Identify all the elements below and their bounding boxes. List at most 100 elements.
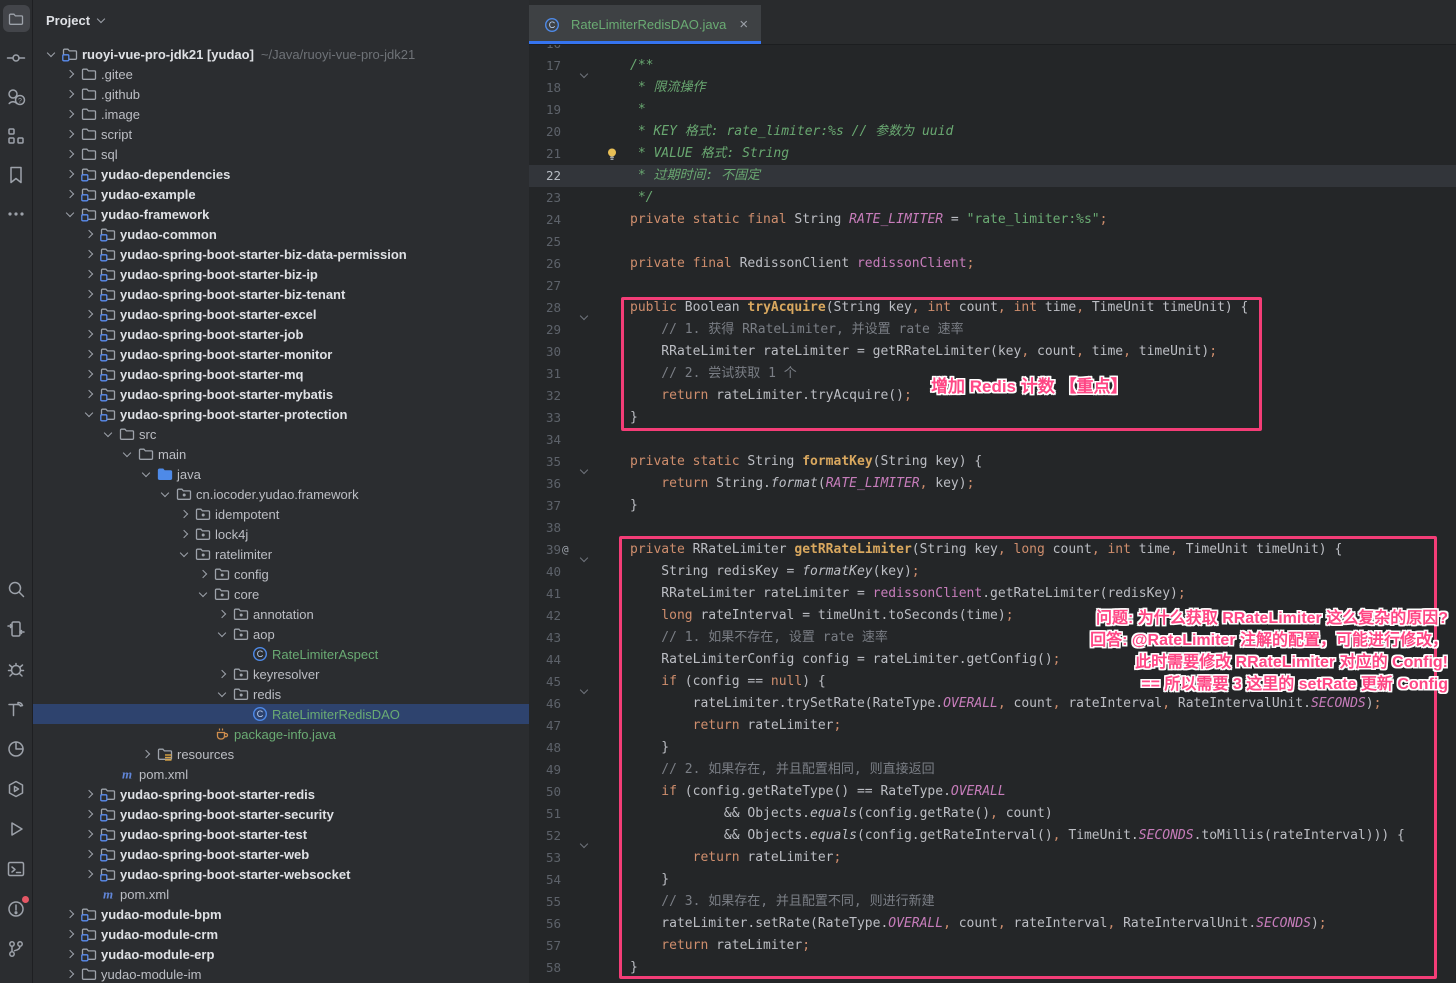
code-line-54[interactable]: 54 }	[529, 869, 1456, 891]
tree-item-core[interactable]: core	[33, 584, 529, 604]
chevron-down-icon[interactable]	[214, 686, 230, 702]
code-line-36[interactable]: 36 return String.format(RATE_LIMITER, ke…	[529, 473, 1456, 495]
code-line-52[interactable]: 52 && Objects.equals(config.getRateInter…	[529, 825, 1456, 847]
project-icon[interactable]	[3, 5, 30, 32]
chevron-right-icon[interactable]	[62, 66, 78, 82]
code-line-41[interactable]: 41 RRateLimiter rateLimiter = redissonCl…	[529, 583, 1456, 605]
code-line-47[interactable]: 47 return rateLimiter;	[529, 715, 1456, 737]
tree-item-yudao-spring-boot-starter-biz-tenant[interactable]: yudao-spring-boot-starter-biz-tenant	[33, 284, 529, 304]
chevron-right-icon[interactable]	[176, 526, 192, 542]
code-line-17[interactable]: 17/**	[529, 55, 1456, 77]
chevron-down-icon[interactable]	[195, 586, 211, 602]
tree-item-yudao-spring-boot-starter-web[interactable]: yudao-spring-boot-starter-web	[33, 844, 529, 864]
code-line-44[interactable]: 44 RateLimiterConfig config = rateLimite…	[529, 649, 1456, 671]
chevron-right-icon[interactable]	[81, 306, 97, 322]
chevron-down-icon[interactable]	[138, 466, 154, 482]
tree-item-idempotent[interactable]: idempotent	[33, 504, 529, 524]
chevron-right-icon[interactable]	[62, 146, 78, 162]
code-line-34[interactable]: 34	[529, 429, 1456, 451]
project-panel-header[interactable]: Project	[33, 0, 529, 40]
tree-item-ratelimiteraspect[interactable]: CRateLimiterAspect	[33, 644, 529, 664]
code-line-29[interactable]: 29 // 1. 获得 RRateLimiter, 并设置 rate 速率	[529, 319, 1456, 341]
code-line-30[interactable]: 30 RRateLimiter rateLimiter = getRRateLi…	[529, 341, 1456, 363]
tree-item-src[interactable]: src	[33, 424, 529, 444]
code-line-58[interactable]: 58}	[529, 957, 1456, 979]
code-line-20[interactable]: 20 * KEY 格式: rate_limiter:%s // 参数为 uuid	[529, 121, 1456, 143]
code-line-38[interactable]: 38	[529, 517, 1456, 539]
chevron-down-icon[interactable]	[157, 486, 173, 502]
code-line-39[interactable]: 39@private RRateLimiter getRRateLimiter(…	[529, 539, 1456, 561]
chevron-right-icon[interactable]	[62, 166, 78, 182]
tree-item-yudao-module-erp[interactable]: yudao-module-erp	[33, 944, 529, 964]
chevron-right-icon[interactable]	[81, 226, 97, 242]
tree-item-yudao-spring-boot-starter-mq[interactable]: yudao-spring-boot-starter-mq	[33, 364, 529, 384]
code-line-53[interactable]: 53 return rateLimiter;	[529, 847, 1456, 869]
tree-item-java[interactable]: java	[33, 464, 529, 484]
chevron-right-icon[interactable]	[195, 566, 211, 582]
code-line-45[interactable]: 45 if (config == null) {	[529, 671, 1456, 693]
code-line-33[interactable]: 33}	[529, 407, 1456, 429]
chevron-right-icon[interactable]	[62, 906, 78, 922]
chevron-right-icon[interactable]	[214, 666, 230, 682]
code-line-27[interactable]: 27	[529, 275, 1456, 297]
terminal-icon[interactable]	[3, 855, 30, 882]
tree-item-pom-xml[interactable]: mpom.xml	[33, 764, 529, 784]
services-icon[interactable]	[3, 775, 30, 802]
tree-item-yudao-spring-boot-starter-job[interactable]: yudao-spring-boot-starter-job	[33, 324, 529, 344]
chevron-down-icon[interactable]	[214, 626, 230, 642]
chevron-right-icon[interactable]	[81, 246, 97, 262]
tree-item-ruoyi-vue-pro-jdk21-yudao[interactable]: ruoyi-vue-pro-jdk21 [yudao]~/Java/ruoyi-…	[33, 44, 529, 64]
run-icon[interactable]	[3, 815, 30, 842]
chevron-right-icon[interactable]	[214, 606, 230, 622]
code-line-46[interactable]: 46 rateLimiter.trySetRate(RateType.OVERA…	[529, 693, 1456, 715]
tree-item-main[interactable]: main	[33, 444, 529, 464]
code-line-32[interactable]: 32 return rateLimiter.tryAcquire();	[529, 385, 1456, 407]
tree-item-ratelimiterredisdao[interactable]: CRateLimiterRedisDAO	[33, 704, 529, 724]
code-line-25[interactable]: 25	[529, 231, 1456, 253]
chevron-right-icon[interactable]	[81, 366, 97, 382]
tree-item-sql[interactable]: sql	[33, 144, 529, 164]
chevron-down-icon[interactable]	[81, 406, 97, 422]
problems-icon[interactable]	[3, 895, 30, 922]
editor-panel[interactable]: 1617/**18 * 限流操作19 *20 * KEY 格式: rate_li…	[529, 0, 1456, 983]
code-line-24[interactable]: 24private static final String RATE_LIMIT…	[529, 209, 1456, 231]
chevron-right-icon[interactable]	[81, 846, 97, 862]
chevron-right-icon[interactable]	[81, 806, 97, 822]
debug-icon[interactable]	[3, 655, 30, 682]
code-line-31[interactable]: 31 // 2. 尝试获取 1 个	[529, 363, 1456, 385]
chevron-right-icon[interactable]	[81, 346, 97, 362]
code-line-42[interactable]: 42 long rateInterval = timeUnit.toSecond…	[529, 605, 1456, 627]
tree-item-yudao-spring-boot-starter-redis[interactable]: yudao-spring-boot-starter-redis	[33, 784, 529, 804]
code-line-55[interactable]: 55 // 3. 如果存在, 并且配置不同, 则进行新建	[529, 891, 1456, 913]
tree-item-yudao-spring-boot-starter-monitor[interactable]: yudao-spring-boot-starter-monitor	[33, 344, 529, 364]
tree-item-image[interactable]: .image	[33, 104, 529, 124]
code-line-19[interactable]: 19 *	[529, 99, 1456, 121]
code-line-22[interactable]: 22 * 过期时间: 不固定	[529, 165, 1456, 187]
chevron-right-icon[interactable]	[81, 326, 97, 342]
tree-item-cn-iocoder-yudao-framework[interactable]: cn.iocoder.yudao.framework	[33, 484, 529, 504]
tree-item-yudao-common[interactable]: yudao-common	[33, 224, 529, 244]
tree-item-redis[interactable]: redis	[33, 684, 529, 704]
chevron-down-icon[interactable]	[100, 426, 116, 442]
tree-item-config[interactable]: config	[33, 564, 529, 584]
chevron-down-icon[interactable]	[62, 206, 78, 222]
tree-item-yudao-dependencies[interactable]: yudao-dependencies	[33, 164, 529, 184]
git-branch-icon[interactable]	[3, 935, 30, 962]
chevron-right-icon[interactable]	[138, 746, 154, 762]
bookmarks-icon[interactable]	[3, 161, 30, 188]
tree-item-yudao-spring-boot-starter-security[interactable]: yudao-spring-boot-starter-security	[33, 804, 529, 824]
code-line-50[interactable]: 50 if (config.getRateType() == RateType.…	[529, 781, 1456, 803]
tree-item-yudao-spring-boot-starter-biz-ip[interactable]: yudao-spring-boot-starter-biz-ip	[33, 264, 529, 284]
chevron-right-icon[interactable]	[81, 286, 97, 302]
tree-item-yudao-spring-boot-starter-test[interactable]: yudao-spring-boot-starter-test	[33, 824, 529, 844]
code-line-48[interactable]: 48 }	[529, 737, 1456, 759]
tree-item-yudao-example[interactable]: yudao-example	[33, 184, 529, 204]
tree-item-resources[interactable]: resources	[33, 744, 529, 764]
chevron-right-icon[interactable]	[62, 106, 78, 122]
tree-item-yudao-framework[interactable]: yudao-framework	[33, 204, 529, 224]
tab-close-icon[interactable]: ×	[736, 16, 751, 33]
tree-item-github[interactable]: .github	[33, 84, 529, 104]
code-line-28[interactable]: 28public Boolean tryAcquire(String key, …	[529, 297, 1456, 319]
tree-item-keyresolver[interactable]: keyresolver	[33, 664, 529, 684]
chevron-down-icon[interactable]	[43, 46, 59, 62]
